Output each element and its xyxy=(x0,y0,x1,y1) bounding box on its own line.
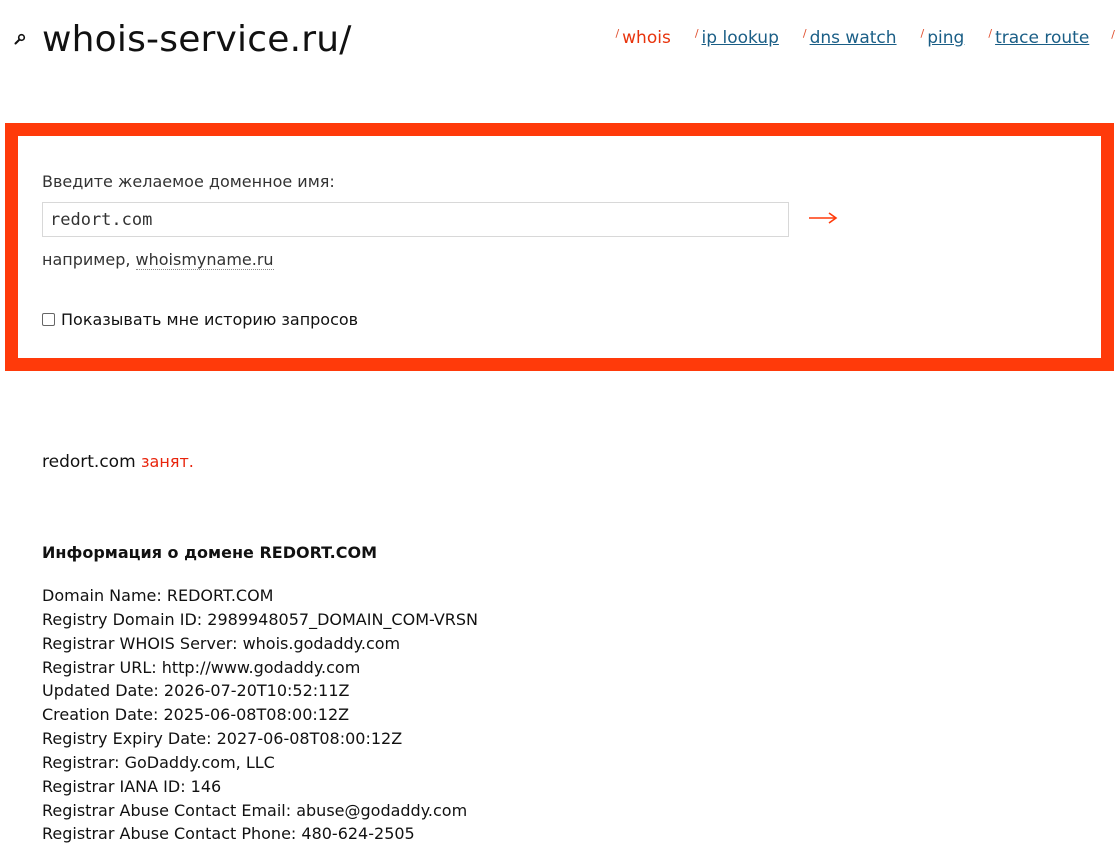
nav-slash: / xyxy=(920,27,925,40)
nav-slash: / xyxy=(988,27,993,40)
nav-link-trace-route[interactable]: trace route xyxy=(995,26,1089,50)
nav-item-ping[interactable]: / ping xyxy=(921,26,965,50)
history-label: Показывать мне историю запросов xyxy=(61,310,359,329)
domain-input-label: Введите желаемое доменное имя: xyxy=(42,172,335,191)
nav-slash: / xyxy=(1111,28,1115,41)
domain-input[interactable] xyxy=(42,202,789,237)
nav-slash: / xyxy=(615,27,620,40)
whois-record: Domain Name: REDORT.COM Registry Domain I… xyxy=(42,584,478,846)
nav-link-whois[interactable]: whois xyxy=(622,26,671,50)
nav-item-trace-route[interactable]: / trace route xyxy=(988,26,1089,50)
submit-button[interactable] xyxy=(806,202,840,237)
result-domain: redort.com xyxy=(42,452,136,472)
whois-record-line: Domain Name: REDORT.COM xyxy=(42,586,274,605)
nav-slash: / xyxy=(694,27,699,40)
example-domain-link[interactable]: whoismyname.ru xyxy=(135,250,274,270)
whois-record-line: Registrar WHOIS Server: whois.godaddy.co… xyxy=(42,633,401,653)
nav-link-ping[interactable]: ping xyxy=(927,26,964,50)
history-option[interactable]: Показывать мне историю запросов xyxy=(42,310,358,329)
domain-info-title: Информация о домене REDORT.COM xyxy=(42,543,377,562)
nav-link-ip-lookup[interactable]: ip lookup xyxy=(702,26,779,50)
site-logo[interactable]: whois-service.ru/ xyxy=(14,14,352,64)
top-navigation: / whois / ip lookup / dns watch / ping /… xyxy=(591,26,1115,50)
whois-record-line: Registrar Abuse Contact Phone: 480-624-2… xyxy=(42,824,415,844)
whois-record-line: Registrar Abuse Contact Email: abuse@god… xyxy=(42,800,468,820)
example-hint: например, whoismyname.ru xyxy=(42,250,274,270)
whois-record-line: Creation Date: 2025-06-08T08:00:12Z xyxy=(42,705,350,725)
nav-item-whois[interactable]: / whois xyxy=(615,26,670,50)
whois-record-line: Registrar URL: http://www.godaddy.com xyxy=(42,657,361,677)
whois-record-line: Registry Expiry Date: 2027-06-08T08:00:1… xyxy=(42,729,403,749)
whois-record-line: Registrar IANA ID: 146 xyxy=(42,776,222,796)
whois-record-line: Registry Domain ID: 2989948057_DOMAIN_CO… xyxy=(42,609,479,629)
example-prefix: например, xyxy=(42,250,131,269)
status-badge: занят. xyxy=(141,452,194,471)
nav-slash: / xyxy=(802,27,807,40)
nav-item-dns-watch[interactable]: / dns watch xyxy=(803,26,897,50)
whois-search-form: Введите желаемое доменное имя: например,… xyxy=(5,123,1114,371)
nav-link-dns-watch[interactable]: dns watch xyxy=(810,26,897,50)
nav-item-ip-lookup[interactable]: / ip lookup xyxy=(695,26,779,50)
search-icon xyxy=(14,33,36,45)
logo-text: whois-service.ru/ xyxy=(42,18,352,60)
whois-record-line: Registrar: GoDaddy.com, LLC xyxy=(42,752,275,772)
domain-status: redort.com занят. xyxy=(42,452,194,472)
arrow-right-icon xyxy=(808,210,838,229)
whois-record-line: Updated Date: 2026-07-20T10:52:11Z xyxy=(42,681,350,701)
history-checkbox[interactable] xyxy=(42,313,55,326)
